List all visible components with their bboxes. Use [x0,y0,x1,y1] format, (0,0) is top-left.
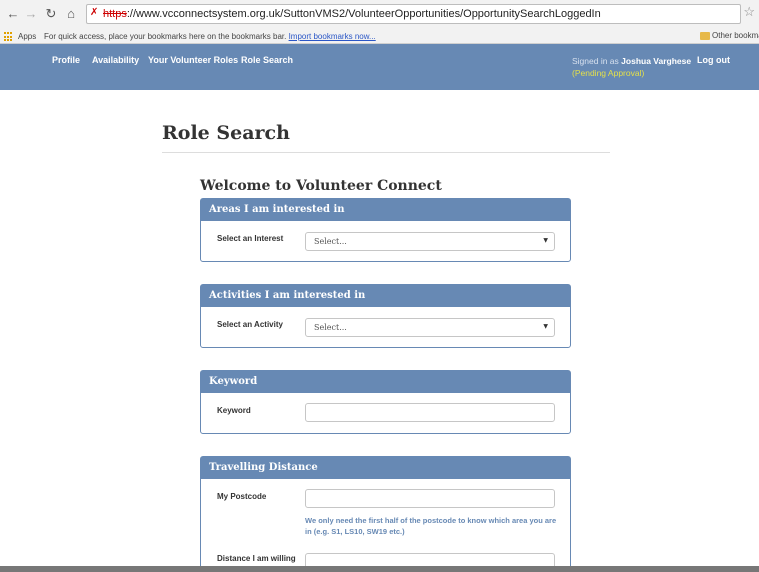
back-arrow-icon[interactable]: ← [6,6,20,22]
caret-down-icon: ▼ [543,323,548,330]
address-row: ← → ↻ ⌂ ✗ https://www.vcconnectsystem.or… [0,0,759,30]
browser-chrome: ← → ↻ ⌂ ✗ https://www.vcconnectsystem.or… [0,0,759,44]
keyword-panel: Keyword Keyword [200,370,571,434]
url-text: https://www.vcconnectsystem.org.uk/Sutto… [103,8,601,20]
activity-select-value: Select... [314,323,347,332]
import-bookmarks-link[interactable]: Import bookmarks now... [289,32,376,41]
caret-down-icon: ▼ [543,237,548,244]
bookmark-star-icon[interactable]: ☆ [743,4,755,20]
activity-label: Select an Activity [217,320,283,329]
postcode-label: My Postcode [217,492,267,501]
apps-link[interactable]: Apps [18,32,36,41]
keyword-input[interactable] [305,403,555,422]
travelling-distance-panel: Travelling Distance My Postcode We only … [200,456,571,572]
areas-panel-heading: Areas I am interested in [201,199,570,221]
home-icon[interactable]: ⌂ [64,6,78,22]
activities-panel-heading: Activities I am interested in [201,285,570,307]
interest-select[interactable]: Select... ▼ [305,232,555,251]
reload-icon[interactable]: ↻ [44,6,58,22]
interest-label: Select an Interest [217,234,284,243]
window-bottom-edge [0,566,759,572]
user-name: Joshua Varghese [621,56,692,66]
other-bookmarks-label: Other bookma [712,31,759,40]
url-path: ://www.vcconnectsystem.org.uk/SuttonVMS2… [126,8,601,20]
postcode-help: We only need the first half of the postc… [305,516,557,536]
other-bookmarks[interactable]: Other bookma [700,31,759,40]
postcode-input[interactable] [305,489,555,508]
insecure-lock-icon: ✗ [90,7,99,18]
bookmarks-bar: Apps For quick access, place your bookma… [0,30,759,44]
nav-availability[interactable]: Availability [92,55,139,65]
pending-approval: (Pending Approval) [572,68,645,78]
folder-icon [700,31,710,40]
site-navbar: Profile Availability Your Volunteer Role… [0,44,759,90]
address-bar[interactable]: ✗ https://www.vcconnectsystem.org.uk/Sut… [86,4,741,24]
activity-select[interactable]: Select... ▼ [305,318,555,337]
interest-select-value: Select... [314,237,347,246]
url-scheme: https [103,8,127,20]
nav-profile[interactable]: Profile [52,55,80,65]
nav-your-volunteer-roles[interactable]: Your Volunteer Roles [148,55,238,65]
title-divider [162,152,610,153]
welcome-heading: Welcome to Volunteer Connect [200,178,442,194]
areas-panel: Areas I am interested in Select an Inter… [200,198,571,262]
bookmarks-hint: For quick access, place your bookmarks h… [44,32,376,41]
travelling-distance-heading: Travelling Distance [201,457,570,479]
bookmarks-hint-text: For quick access, place your bookmarks h… [44,32,287,41]
signed-in-prefix: Signed in as [572,56,619,66]
keyword-label: Keyword [217,406,251,415]
logout-link[interactable]: Log out [697,55,730,65]
apps-grid-icon[interactable] [4,32,14,42]
activities-panel: Activities I am interested in Select an … [200,284,571,348]
forward-arrow-icon[interactable]: → [24,6,38,22]
nav-role-search[interactable]: Role Search [241,55,293,65]
page-title: Role Search [162,122,290,144]
keyword-panel-heading: Keyword [201,371,570,393]
signed-in-status: Signed in as Joshua Varghese (Pending Ap… [572,55,691,79]
